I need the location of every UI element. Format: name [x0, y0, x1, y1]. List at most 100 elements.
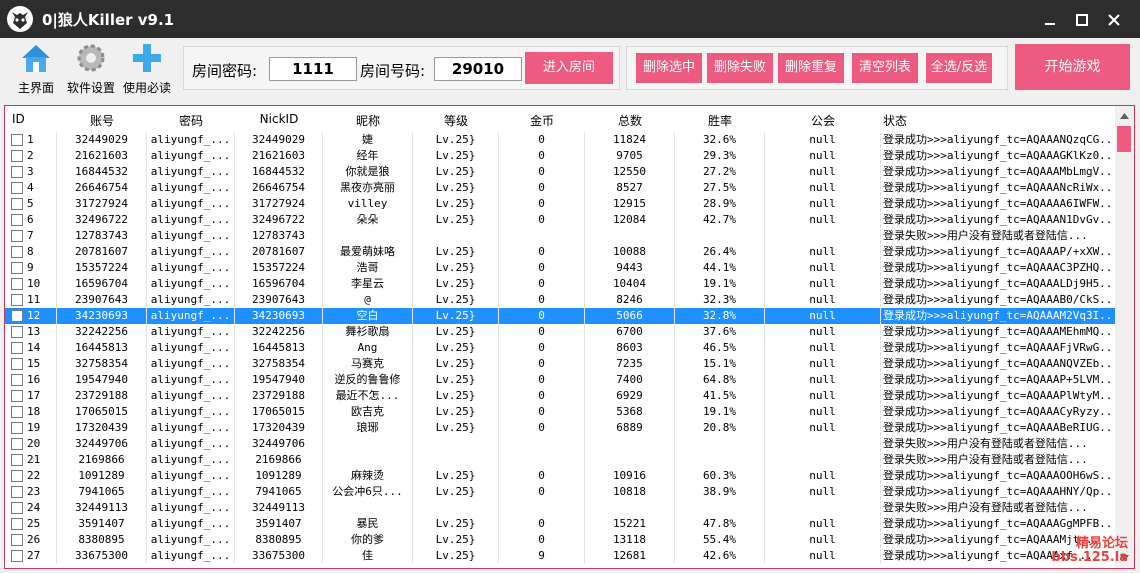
cell-total: 9705	[585, 148, 675, 164]
row-checkbox[interactable]	[11, 294, 23, 306]
row-checkbox[interactable]	[11, 134, 23, 146]
row-checkbox[interactable]	[11, 310, 23, 322]
column-header-guild[interactable]: 公会	[765, 112, 881, 129]
table-row[interactable]: 13 32242256 aliyungf_... 32242256 舞衫歌扇 Lv.25}…	[5, 324, 1115, 340]
column-header-status[interactable]: 状态	[883, 112, 1117, 129]
column-header-account[interactable]: 账号	[57, 112, 147, 129]
table-row[interactable]: 1 32449029 aliyungf_... 32449029 婕 Lv.25} 0 118…	[5, 132, 1115, 148]
row-checkbox[interactable]	[11, 278, 23, 290]
clear-list-button[interactable]: 清空列表	[852, 53, 918, 83]
cell-account: 32758354	[57, 356, 147, 372]
row-checkbox[interactable]	[11, 438, 23, 450]
cell-gold: 0	[499, 148, 585, 164]
row-checkbox[interactable]	[11, 358, 23, 370]
row-checkbox[interactable]	[11, 166, 23, 178]
delete-failed-button[interactable]: 删除失败	[707, 53, 773, 83]
cell-password: aliyungf_...	[147, 548, 235, 564]
table-row[interactable]: 6 32496722 aliyungf_... 32496722 朵朵 Lv.25} 0 12…	[5, 212, 1115, 228]
vertical-scrollbar[interactable]	[1115, 106, 1134, 568]
row-checkbox[interactable]	[11, 470, 23, 482]
table-row[interactable]: 4 26646754 aliyungf_... 26646754 黑夜亦亮丽 Lv.25}…	[5, 180, 1115, 196]
table-row[interactable]: 22 1091289 aliyungf_... 1091289 麻辣烫 Lv.25} 0 10…	[5, 468, 1115, 484]
help-button[interactable]: 使用必读	[120, 42, 174, 96]
table-row[interactable]: 17 23729188 aliyungf_... 23729188 最近不怎... Lv.…	[5, 388, 1115, 404]
table-row[interactable]: 24 32449113 aliyungf_... 32449113 登录失败>>>用户没…	[5, 500, 1115, 516]
column-header-password[interactable]: 密码	[147, 112, 235, 129]
cell-status: 登录成功>>>aliyungf_tc=AQAAAMbLmgV...	[883, 165, 1115, 178]
scroll-thumb[interactable]	[1117, 126, 1131, 152]
settings-button[interactable]: 软件设置	[64, 42, 118, 96]
table-row[interactable]: 14 16445813 aliyungf_... 16445813 Ang Lv.25} 0…	[5, 340, 1115, 356]
row-checkbox[interactable]	[11, 246, 23, 258]
row-checkbox[interactable]	[11, 262, 23, 274]
table-row[interactable]: 12 34230693 aliyungf_... 34230693 空白 Lv.25} 0 5…	[5, 308, 1115, 324]
delete-duplicates-button[interactable]: 删除重复	[778, 53, 844, 83]
table-row[interactable]: 20 32449706 aliyungf_... 32449706 登录失败>>>用户没…	[5, 436, 1115, 452]
minimize-icon[interactable]	[1040, 10, 1060, 30]
table-row[interactable]: 11 23907643 aliyungf_... 23907643 @ Lv.25} 0 82…	[5, 292, 1115, 308]
row-checkbox[interactable]	[11, 342, 23, 354]
table-row[interactable]: 18 17065015 aliyungf_... 17065015 欧吉克 Lv.25} 0…	[5, 404, 1115, 420]
cell-status: 登录失败>>>用户没有登陆或者登陆信...	[883, 437, 1088, 450]
cell-status: 登录成功>>>aliyungf_tc=AQAAANQzqCG...	[883, 133, 1115, 146]
cell-gold	[499, 500, 585, 516]
cell-id: 11	[27, 292, 57, 308]
scroll-up-icon[interactable]	[1115, 108, 1134, 124]
cell-nick-id: 16445813	[235, 340, 323, 356]
select-all-button[interactable]: 全选/反选	[926, 53, 992, 83]
cell-nickname: 佳	[323, 548, 413, 564]
column-header-win-rate[interactable]: 胜率	[675, 112, 765, 129]
row-checkbox[interactable]	[11, 406, 23, 418]
table-row[interactable]: 15 32758354 aliyungf_... 32758354 马赛克 Lv.25} 0…	[5, 356, 1115, 372]
close-icon[interactable]	[1104, 10, 1124, 30]
table-row[interactable]: 5 31727924 aliyungf_... 31727924 villey Lv.25…	[5, 196, 1115, 212]
table-row[interactable]: 9 15357224 aliyungf_... 15357224 浩哥 Lv.25} 0 94…	[5, 260, 1115, 276]
row-checkbox[interactable]	[11, 182, 23, 194]
table-row[interactable]: 2 21621603 aliyungf_... 21621603 经年 Lv.25} 0 97…	[5, 148, 1115, 164]
table-row[interactable]: 16 19547940 aliyungf_... 19547940 逆反的鲁鲁修 Lv.2…	[5, 372, 1115, 388]
cell-nick-id: 8380895	[235, 532, 323, 548]
maximize-icon[interactable]	[1072, 10, 1092, 30]
home-button[interactable]: 主界面	[14, 42, 58, 96]
row-checkbox[interactable]	[11, 374, 23, 386]
row-checkbox[interactable]	[11, 534, 23, 546]
table-row[interactable]: 7 12783743 aliyungf_... 12783743 登录失败>>>用户没有…	[5, 228, 1115, 244]
row-checkbox[interactable]	[11, 518, 23, 530]
row-checkbox[interactable]	[11, 550, 23, 562]
row-checkbox[interactable]	[11, 214, 23, 226]
row-checkbox[interactable]	[11, 390, 23, 402]
row-checkbox[interactable]	[11, 198, 23, 210]
row-checkbox[interactable]	[11, 486, 23, 498]
column-header-level[interactable]: 等级	[413, 112, 499, 129]
room-number-field[interactable]: 29010	[434, 57, 522, 81]
table-row[interactable]: 26 8380895 aliyungf_... 8380895 你的爹 Lv.25} 0 13…	[5, 532, 1115, 548]
table-row[interactable]: 3 16844532 aliyungf_... 16844532 你就是狼 Lv.25} 0…	[5, 164, 1115, 180]
column-header-gold[interactable]: 金币	[499, 112, 585, 129]
table-row[interactable]: 27 33675300 aliyungf_... 33675300 佳 Lv.25} 9 12…	[5, 548, 1115, 564]
row-checkbox[interactable]	[11, 502, 23, 514]
table-row[interactable]: 19 17320439 aliyungf_... 17320439 琅琊 Lv.25} 0 6…	[5, 420, 1115, 436]
column-header-nickname[interactable]: 昵称	[323, 112, 413, 129]
start-game-button[interactable]: 开始游戏	[1015, 44, 1130, 90]
cell-nick-id: 32758354	[235, 356, 323, 372]
row-checkbox[interactable]	[11, 454, 23, 466]
table-row[interactable]: 23 7941065 aliyungf_... 7941065 公会冲6只... Lv.2…	[5, 484, 1115, 500]
cell-password: aliyungf_...	[147, 228, 235, 244]
table-row[interactable]: 8 20781607 aliyungf_... 20781607 最爱萌妹咯 Lv.25}…	[5, 244, 1115, 260]
row-checkbox[interactable]	[11, 150, 23, 162]
cell-gold: 9	[499, 548, 585, 564]
room-password-field[interactable]: 1111	[269, 57, 357, 81]
table-row[interactable]: 10 16596704 aliyungf_... 16596704 李星云 Lv.25} 0…	[5, 276, 1115, 292]
row-checkbox[interactable]	[11, 326, 23, 338]
cell-guild: null	[765, 324, 881, 340]
delete-selected-button[interactable]: 删除选中	[636, 53, 702, 83]
table-row[interactable]: 25 3591407 aliyungf_... 3591407 暴民 Lv.25} 0 152…	[5, 516, 1115, 532]
column-header-nick-id[interactable]: NickID	[235, 112, 323, 126]
row-checkbox[interactable]	[11, 230, 23, 242]
enter-room-button[interactable]: 进入房间	[525, 52, 613, 84]
table-row[interactable]: 21 2169866 aliyungf_... 2169866 登录失败>>>用户没有登…	[5, 452, 1115, 468]
column-header-total[interactable]: 总数	[585, 112, 675, 129]
row-checkbox[interactable]	[11, 422, 23, 434]
cell-gold: 0	[499, 388, 585, 404]
cell-level: Lv.25}	[413, 180, 499, 196]
